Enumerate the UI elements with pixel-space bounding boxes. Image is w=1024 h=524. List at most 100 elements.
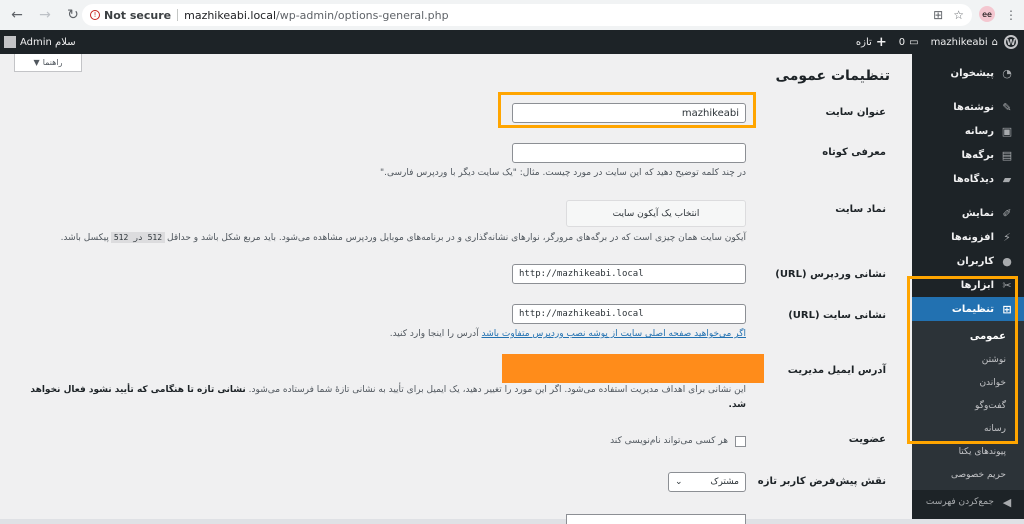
wordpress-url-label: نشانی وردپرس (URL): [775, 269, 886, 280]
submenu-writing[interactable]: نوشتن: [912, 348, 1024, 371]
sidebar-item-label: تنظیمات: [951, 303, 994, 315]
sidebar-item-media[interactable]: ▣ رسانه: [912, 119, 1024, 143]
admin-bar-site[interactable]: ⌂ mazhikeabi: [925, 30, 1004, 54]
membership-label: عضویت: [848, 434, 886, 445]
chevron-down-icon: ⌄: [675, 477, 683, 487]
default-role-select[interactable]: مشترک ⌄: [668, 472, 746, 492]
url-path: /wp-admin/options-general.php: [276, 8, 449, 22]
sidebar-item-label: ابزارها: [960, 279, 994, 291]
pages-icon: ▤: [1001, 148, 1013, 162]
sidebar-collapse[interactable]: ◀ جمع‌کردن فهرست: [912, 490, 1024, 514]
wordpress-logo-icon[interactable]: W: [1004, 35, 1018, 49]
sidebar-item-settings[interactable]: ⊞ تنظیمات: [912, 297, 1024, 321]
sidebar-item-label: نمایش: [961, 207, 994, 219]
back-arrow-icon[interactable]: ←: [6, 4, 28, 26]
sidebar-item-label: افزونه‌ها: [951, 231, 994, 243]
collapse-arrow-icon: ◀: [1002, 495, 1012, 509]
choose-site-icon-button[interactable]: انتخاب یک آیکون سایت: [566, 200, 746, 227]
admin-email-label: آدرس ایمیل مدیریت: [787, 365, 886, 376]
sidebar-item-appearance[interactable]: ✐ نمایش: [912, 201, 1024, 225]
default-role-label: نقش پیش‌فرض کاربر تازه: [757, 476, 886, 487]
admin-bar: W ⌂ mazhikeabi ▭ 0 + تازه سلام Admin: [0, 30, 1024, 54]
sidebar-item-comments[interactable]: ▰ دیدگاه‌ها: [912, 167, 1024, 191]
home-icon: ⌂: [991, 36, 998, 48]
site-icon-label: نماد سایت: [835, 204, 886, 215]
admin-bar-new[interactable]: + تازه: [850, 30, 893, 54]
sidebar-item-tools[interactable]: ✂ ابزارها: [912, 273, 1024, 297]
sidebar-item-label: نوشته‌ها: [953, 101, 994, 113]
next-setting-input[interactable]: [566, 514, 746, 524]
submenu-privacy[interactable]: حریم خصوصی: [912, 463, 1024, 486]
warning-icon: !: [90, 10, 100, 20]
submenu-discussion[interactable]: گفت‌وگو: [912, 394, 1024, 417]
admin-email-desc-text: این نشانی برای اهداف مدیریت استفاده می‌ش…: [248, 385, 746, 395]
submenu-reading[interactable]: خواندن: [912, 371, 1024, 394]
forward-arrow-icon[interactable]: →: [34, 4, 56, 26]
sidebar-item-users[interactable]: ● کاربران: [912, 249, 1024, 273]
tagline-input[interactable]: [512, 143, 746, 163]
sidebar-item-label: رسانه: [964, 125, 994, 137]
pin-icon: ✎: [1002, 100, 1012, 114]
sidebar-item-plugins[interactable]: ⚡ افزونه‌ها: [912, 225, 1024, 249]
sidebar-item-label: برگه‌ها: [961, 149, 994, 161]
site-icon-desc-text: آیکون سایت همان چیزی است که در برگه‌های …: [167, 233, 746, 243]
url-separator: [177, 9, 179, 21]
sidebar-item-dashboard[interactable]: ◔ پیشخوان: [912, 61, 1024, 85]
not-secure-label[interactable]: Not secure: [104, 9, 171, 22]
comments-icon: ▰: [1002, 172, 1012, 186]
site-url-label: نشانی سایت (URL): [788, 310, 886, 321]
profile-avatar[interactable]: ee: [979, 6, 995, 22]
site-url-desc-text: آدرس را اینجا وارد کنید.: [389, 329, 479, 339]
tagline-label: معرفی کوتاه: [822, 147, 886, 158]
admin-email-description: این نشانی برای اهداف مدیریت استفاده می‌ش…: [26, 383, 746, 413]
admin-bar-account[interactable]: سلام Admin: [4, 36, 76, 48]
collapse-label: جمع‌کردن فهرست: [925, 497, 994, 507]
tagline-description: در چند کلمه توضیح دهید که این سایت در مو…: [379, 168, 746, 178]
avatar: [4, 36, 16, 48]
wordpress-url-input[interactable]: http://mazhikeabi.local: [512, 264, 746, 284]
tools-icon: ✂: [1002, 278, 1012, 292]
media-icon: ▣: [1001, 124, 1013, 138]
site-url-input[interactable]: http://mazhikeabi.local: [512, 304, 746, 324]
site-title-label: عنوان سایت: [825, 107, 886, 118]
kebab-menu-icon[interactable]: ⋮: [1004, 6, 1018, 24]
site-icon-desc-tail: پیکسل باشد.: [60, 233, 109, 243]
triangle-down-icon: ▼: [33, 58, 40, 67]
settings-submenu: عمومی نوشتن خواندن گفت‌وگو رسانه پیوندها…: [912, 321, 1024, 490]
address-bar[interactable]: ! Not secure mazhikeabi.local/wp-admin/o…: [82, 4, 972, 26]
new-label: تازه: [855, 36, 872, 48]
site-url-description: اگر می‌خواهید صفحه اصلی سایت از پوشه نصب…: [186, 327, 746, 342]
sidebar-item-posts[interactable]: ✎ نوشته‌ها: [912, 95, 1024, 119]
bookmark-star-icon[interactable]: ☆: [953, 8, 964, 22]
sidebar-item-label: دیدگاه‌ها: [953, 173, 994, 185]
admin-bar-comments[interactable]: ▭ 0: [893, 30, 925, 54]
plus-icon: +: [875, 34, 887, 50]
page-title: تنظیمات عمومی: [775, 68, 890, 84]
submenu-media[interactable]: رسانه: [912, 417, 1024, 440]
admin-sidebar: ◔ پیشخوان ✎ نوشته‌ها ▣ رسانه ▤ برگه‌ها ▰ دیدگ…: [912, 54, 1024, 519]
sidebar-item-pages[interactable]: ▤ برگه‌ها: [912, 143, 1024, 167]
membership-checkbox-label: هر کسی می‌تواند نام‌نویسی کند: [610, 436, 728, 446]
url-host: mazhikeabi.local: [184, 8, 277, 22]
site-name: mazhikeabi: [930, 36, 988, 48]
membership-checkbox[interactable]: [735, 436, 746, 447]
sidebar-item-label: پیشخوان: [950, 67, 994, 79]
comment-bubble-icon: ▭: [909, 36, 919, 48]
comments-count: 0: [898, 36, 906, 48]
sidebar-item-label: کاربران: [956, 255, 994, 267]
plugin-icon: ⚡: [1003, 230, 1011, 244]
site-title-input[interactable]: mazhikeabi: [512, 103, 746, 123]
submenu-permalinks[interactable]: پیوندهای یکتا: [912, 440, 1024, 463]
users-icon: ●: [1002, 254, 1012, 268]
submenu-general[interactable]: عمومی: [912, 325, 1024, 348]
settings-content: راهنما ▼ تنظیمات عمومی عنوان سایت mazhik…: [0, 54, 912, 524]
admin-email-input-redacted[interactable]: [502, 354, 764, 383]
help-tab-button[interactable]: راهنما ▼: [14, 54, 82, 72]
brush-icon: ✐: [1002, 206, 1012, 220]
different-directory-link[interactable]: اگر می‌خواهید صفحه اصلی سایت از پوشه نصب…: [482, 329, 747, 339]
settings-icon: ⊞: [1002, 302, 1012, 316]
reload-icon[interactable]: ↻: [62, 4, 84, 26]
default-role-value: مشترک: [710, 477, 739, 487]
dashboard-icon: ◔: [1002, 66, 1012, 80]
translate-icon[interactable]: ⊞: [933, 8, 943, 22]
